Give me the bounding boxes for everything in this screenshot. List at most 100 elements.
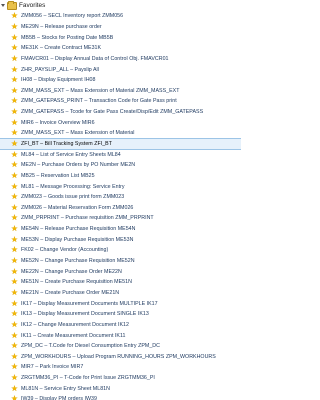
favorite-item[interactable]: ★ ML81 – Message Processing: Service Entr… [0,181,241,192]
star-icon: ★ [10,53,19,63]
favorite-item[interactable]: ★ ME21N – Create Purchase Order ME21N [0,288,241,299]
star-icon: ★ [10,351,19,361]
favorite-item-label: ML84 – List of Service Entry Sheets ML84 [21,151,121,158]
star-icon: ★ [10,373,19,383]
star-icon: ★ [10,107,19,117]
favorite-item[interactable]: ★ ZMM_PRPRINT – Purchase requisition ZMM_… [0,213,241,224]
favorite-item-label: MB25 – Reservation List MB25 [21,172,95,179]
star-icon: ★ [10,245,19,255]
favorite-item-label: FK02 – Change Vendor (Accounting) [21,247,109,254]
favorite-item[interactable]: ★ FK02 – Change Vendor (Accounting) [0,245,241,256]
expand-caret-icon[interactable] [1,4,5,7]
favorite-item[interactable]: ★ IK11 – Create Measurement Document IK11 [0,330,241,341]
favorite-item[interactable]: ★ ZHR_PAYSLIP_ALL – Payslip All [0,64,241,75]
favorite-item-label: ME31K – Create Contract ME31K [21,45,102,52]
star-icon: ★ [10,383,19,393]
favorite-item-label: IK12 – Change Measurement Document IK12 [21,321,129,328]
star-icon: ★ [10,11,19,21]
star-icon: ★ [10,192,19,202]
favorite-item[interactable]: ★ ZRGTMM36_PI – T-Code for Print Issue ZR… [0,373,241,384]
favorite-item[interactable]: ★ ZFI_BT – Bill Tracking System ZFI_BT [0,138,241,150]
favorite-item[interactable]: ★ ZMM056 – SECL Inventory report ZMM056 [0,11,241,22]
star-icon: ★ [10,139,19,148]
star-icon: ★ [10,330,19,340]
star-icon: ★ [10,181,19,191]
star-icon: ★ [10,266,19,276]
star-icon: ★ [10,160,19,170]
favorite-item[interactable]: ★ ME54N – Release Purchase Requisition ME… [0,224,241,235]
star-icon: ★ [10,149,19,159]
favorite-item-label: IW39 – Display PM orders IW39 [21,396,97,400]
favorite-item[interactable]: ★ ZMM_MASS_EXT – Mass Extension of Materi… [0,128,241,139]
star-icon: ★ [10,75,19,85]
star-icon: ★ [10,224,19,234]
favorite-item[interactable]: ★ ME51N – Create Purchase Requisition ME5… [0,277,241,288]
star-icon: ★ [10,309,19,319]
star-icon: ★ [10,287,19,297]
favorite-item[interactable]: ★ ZMM_GATEPASS_PRINT – Transaction Code f… [0,96,241,107]
favorite-item-label: ME53N – Display Purchase Requisition ME5… [21,236,134,243]
star-icon: ★ [10,85,19,95]
favorite-item[interactable]: ★ FMAVCR01 – Display Annual Data of Contr… [0,54,241,65]
favorite-item[interactable]: ★ ZPM_WORKHOURS – Upload Program RUNNING_… [0,352,241,363]
favorite-item[interactable]: ★ MIR7 – Park Invoice MIR7 [0,362,241,373]
favorites-folder[interactable]: Favorites [0,0,241,11]
favorite-item[interactable]: ★ ML81N – Service Entry Sheet ML81N [0,383,241,394]
star-icon: ★ [10,213,19,223]
favorite-item-label: ZFI_BT – Bill Tracking System ZFI_BT [21,141,112,147]
favorite-item[interactable]: ★ MB25 – Reservation List MB25 [0,171,241,182]
favorite-item[interactable]: ★ ME31K – Create Contract ME31K [0,43,241,54]
favorite-item[interactable]: ★ ZPM_DC – T.Code for Diesel Consumption … [0,341,241,352]
favorite-item[interactable]: ★ ZMM026 – Material Reservation Form ZMM0… [0,203,241,214]
favorite-item[interactable]: ★ ZMM_MASS_EXT – Mass Extension of Materi… [0,85,241,96]
favorite-item-label: ZPM_WORKHOURS – Upload Program RUNNING_H… [21,353,216,360]
favorites-list: ★ ZMM056 – SECL Inventory report ZMM056 ★ M… [0,11,241,400]
favorite-item-label: ZHR_PAYSLIP_ALL – Payslip All [21,66,99,73]
star-icon: ★ [10,256,19,266]
favorite-item-label: ZMM023 – Goods issue print form ZMM023 [21,194,125,201]
star-icon: ★ [10,202,19,212]
favorite-item[interactable]: ★ ME29N – Release purchase order [0,22,241,33]
star-icon: ★ [10,341,19,351]
favorite-item-label: ME2N – Purchase Orders by PO Number ME2N [21,162,136,169]
star-icon: ★ [10,394,19,400]
star-icon: ★ [10,117,19,127]
favorite-item[interactable]: ★ IH08 – Display Equipment IH08 [0,75,241,86]
favorite-item[interactable]: ★ ML84 – List of Service Entry Sheets ML8… [0,149,241,160]
favorite-item-label: ME21N – Create Purchase Order ME21N [21,289,120,296]
favorite-item[interactable]: ★ ME53N – Display Purchase Requisition ME… [0,234,241,245]
favorites-tree: Favorites ★ ZMM056 – SECL Inventory repor… [0,0,241,400]
favorite-item-label: ZMM056 – SECL Inventory report ZMM056 [21,13,124,20]
favorite-item[interactable]: ★ MIR6 – Invoice Overview MIR6 [0,117,241,128]
favorite-item[interactable]: ★ ME2N – Purchase Orders by PO Number ME2… [0,160,241,171]
favorite-item-label: ML81N – Service Entry Sheet ML81N [21,385,110,392]
star-icon: ★ [10,277,19,287]
favorite-item[interactable]: ★ ME52N – Change Purchase Requisition ME5… [0,256,241,267]
favorite-item-label: ML81 – Message Processing: Service Entry [21,183,125,190]
favorite-item-label: MIR7 – Park Invoice MIR7 [21,364,84,371]
favorite-item-label: ME52N – Change Purchase Requisition ME52… [21,258,135,265]
favorite-item-label: IK13 – Display Measurement Document SING… [21,311,149,318]
favorite-item[interactable]: ★ IK17 – Display Measurement Documents MU… [0,298,241,309]
favorite-item[interactable]: ★ ZMM_GATEPASS – Tcode for Gate Pass Crea… [0,107,241,118]
favorites-folder-label: Favorites [19,2,46,9]
favorite-item[interactable]: ★ IK12 – Change Measurement Document IK12 [0,320,241,331]
star-icon: ★ [10,319,19,329]
folder-icon [7,0,17,10]
favorite-item[interactable]: ★ IK13 – Display Measurement Document SIN… [0,309,241,320]
favorite-item-label: ZMM_GATEPASS_PRINT – Transaction Code fo… [21,98,177,105]
favorite-item-label: ZMM_PRPRINT – Purchase requisition ZMM_P… [21,215,154,222]
favorite-item[interactable]: ★ MB5B – Stocks for Posting Date MB5B [0,32,241,43]
favorite-item-label: ZMM_MASS_EXT – Mass Extension of Materia… [21,130,135,137]
favorite-item[interactable]: ★ IW39 – Display PM orders IW39 [0,394,241,400]
favorite-item-label: ZMM_GATEPASS – Tcode for Gate Pass Creat… [21,109,204,116]
favorite-item-label: ZMM026 – Material Reservation Form ZMM02… [21,204,134,211]
star-icon: ★ [10,234,19,244]
favorite-item[interactable]: ★ ME22N – Change Purchase Order ME22N [0,266,241,277]
favorite-item-label: ME29N – Release purchase order [21,23,102,30]
star-icon: ★ [10,21,19,31]
star-icon: ★ [10,32,19,42]
favorite-item-label: ME54N – Release Purchase Requisition ME5… [21,226,136,233]
favorite-item[interactable]: ★ ZMM023 – Goods issue print form ZMM023 [0,192,241,203]
star-icon: ★ [10,96,19,106]
